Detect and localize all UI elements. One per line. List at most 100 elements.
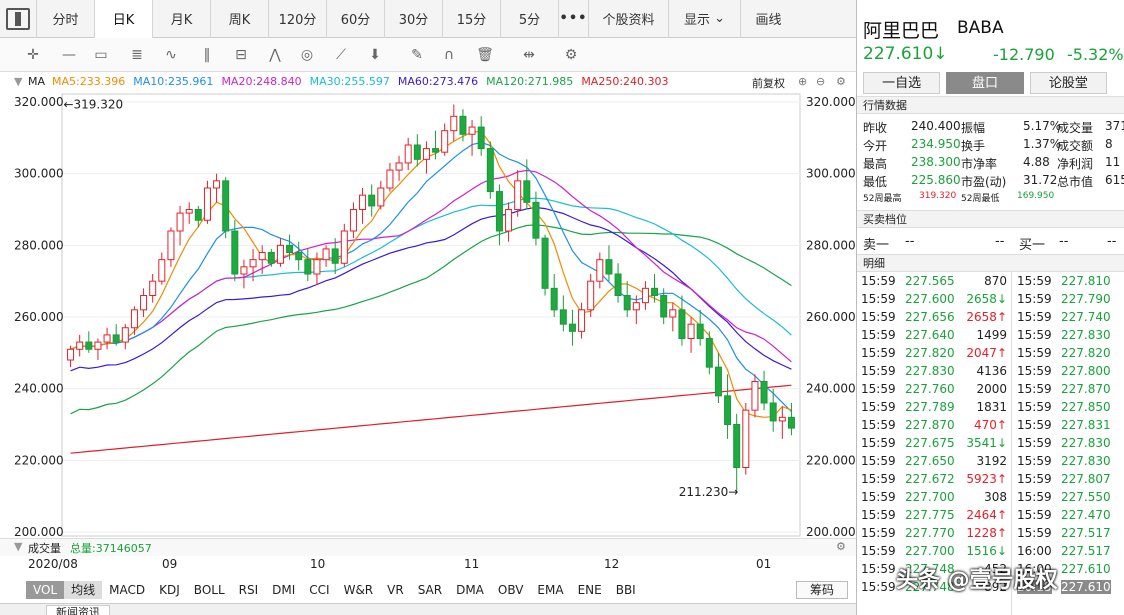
candle-body: [696, 323, 704, 340]
y-tick-right: 320.000: [806, 95, 856, 109]
tab-1[interactable]: 日K: [94, 0, 152, 38]
indicator-tab-5[interactable]: RSI: [232, 581, 266, 599]
pen-icon[interactable]: ✎: [406, 46, 428, 64]
measure-icon[interactable]: ⊟: [230, 46, 252, 64]
candle-body: [304, 259, 312, 275]
candle-body: [450, 115, 458, 132]
indicator-tab-0[interactable]: VOL: [26, 581, 65, 599]
indicator-tab-2[interactable]: MACD: [102, 581, 152, 599]
panel-tab-0[interactable]: 一自选: [863, 72, 941, 94]
indicator-tab-3[interactable]: KDJ: [152, 581, 187, 599]
candle-body: [386, 169, 394, 189]
indicator-tab-15[interactable]: BBI: [609, 581, 643, 599]
display-menu[interactable]: 显示 ⌄: [668, 0, 740, 38]
quote-cell: 今开: [863, 139, 888, 153]
magnet-icon[interactable]: ∩: [438, 46, 460, 64]
y-tick-right: 260.000: [806, 310, 856, 324]
indicator-tab-7[interactable]: CCI: [302, 581, 336, 599]
draw-line-button[interactable]: 画线: [740, 0, 796, 38]
panel-tab-2[interactable]: 论股堂: [1029, 72, 1107, 94]
candle-body: [495, 191, 503, 232]
y-tick-left: 260.000: [14, 310, 64, 324]
indicator-tab-12[interactable]: OBV: [491, 581, 531, 599]
y-tick-left: 320.000: [14, 95, 64, 109]
quote-row: 昨收 240.400振幅 5.17%成交量 371: [857, 118, 1124, 136]
trash-icon[interactable]: 🗑: [474, 46, 496, 64]
trade-row: 15:59 227.820 2047↑ 15:59 227.820: [857, 345, 1124, 363]
gear-icon[interactable]: ⚙: [560, 46, 582, 64]
tab-2[interactable]: 月K: [152, 0, 210, 38]
trade-time: 15:59: [861, 526, 896, 540]
news-tab[interactable]: 新闻资讯: [46, 605, 110, 615]
fib-tool-icon[interactable]: ⟋: [330, 46, 352, 64]
scale-icon[interactable]: ⇹: [518, 46, 540, 64]
trade-volume: 2464↑: [966, 508, 1007, 522]
indicator-tab-9[interactable]: VR: [380, 581, 411, 599]
indicator-tab-8[interactable]: W&R: [337, 581, 381, 599]
tab-8[interactable]: 5分: [500, 0, 558, 38]
indicator-tab-10[interactable]: SAR: [411, 581, 449, 599]
candle-body: [596, 259, 604, 282]
volume-label: 成交量: [28, 542, 61, 555]
tab-6[interactable]: 30分: [384, 0, 442, 38]
quote-cell: 成交额: [1057, 139, 1094, 153]
rect-tool-icon[interactable]: ▭: [90, 46, 112, 64]
tab-9[interactable]: •••: [558, 0, 588, 38]
adjust-label[interactable]: 前复权: [752, 75, 785, 91]
ma-indicator-row: ▼ MA MA5:233.396 MA10:235.961 MA20:248.840…: [0, 72, 856, 92]
parallel-lines-icon[interactable]: ‖: [196, 46, 218, 64]
trade-price: 227.789: [905, 400, 955, 414]
collapse-icon[interactable]: ▼: [14, 75, 22, 88]
crosshair-icon[interactable]: ✛: [22, 46, 44, 64]
tab-7[interactable]: 15分: [442, 0, 500, 38]
candle-body: [267, 252, 275, 264]
indicator-tab-6[interactable]: DMI: [265, 581, 302, 599]
y-tick-right: 220.000: [806, 453, 856, 467]
indicator-tab-4[interactable]: BOLL: [187, 581, 232, 599]
candle-body: [641, 287, 649, 304]
arrow-down-icon[interactable]: ⬇: [364, 46, 386, 64]
trade-time: 15:59: [861, 364, 896, 378]
ma-value-5: MA120:271.985: [486, 75, 574, 88]
indicator-tab-1[interactable]: 均线: [64, 581, 103, 599]
sidebar-toggle-button[interactable]: [6, 7, 30, 30]
panel-tab-1[interactable]: 盘口: [946, 72, 1024, 94]
remove-indicator-icon[interactable]: ⊖: [816, 75, 825, 88]
candle-body: [441, 130, 449, 153]
trade-time: 15:59: [861, 346, 896, 360]
wave-tool-icon[interactable]: ⋀: [264, 46, 286, 64]
trade-row: 15:59 227.770 1228↑ 15:59 227.517: [857, 525, 1124, 543]
ma-value-4: MA60:273.476: [397, 75, 479, 88]
indicator-tab-11[interactable]: DMA: [449, 581, 491, 599]
chip-distribution-button[interactable]: 筹码: [796, 581, 848, 599]
trade-price: 227.820: [1061, 346, 1111, 360]
line-tool-icon[interactable]: —: [58, 46, 80, 64]
trade-time: 15:59: [1017, 472, 1052, 486]
trade-volume: 2000: [976, 382, 1007, 396]
trade-volume: 308: [984, 490, 1007, 504]
bidask-section-header: 买卖档位: [857, 210, 1124, 228]
candle-body: [295, 252, 303, 261]
settings-icon[interactable]: ⚙: [836, 75, 846, 88]
quote-cell: 11: [1105, 155, 1121, 169]
trade-time: 15:59: [861, 400, 896, 414]
trade-volume: 870: [984, 274, 1007, 288]
tab-4[interactable]: 120分: [268, 0, 326, 38]
fan-tool-icon[interactable]: ≣: [126, 46, 148, 64]
tab-0[interactable]: 分时: [36, 0, 94, 38]
indicator-tab-14[interactable]: ENE: [571, 581, 609, 599]
candle-body: [669, 309, 677, 318]
candle-body: [514, 180, 522, 211]
add-indicator-icon[interactable]: ⊕: [798, 75, 807, 88]
cycle-tool-icon[interactable]: ◎: [296, 46, 318, 64]
candlestick-chart[interactable]: 320.000 320.000 300.000 300.000 280.000 280.0…: [0, 92, 856, 540]
tab-3[interactable]: 周K: [210, 0, 268, 38]
tab-5[interactable]: 60分: [326, 0, 384, 38]
settings-icon[interactable]: ⚙: [836, 540, 846, 553]
candle-body: [176, 212, 184, 232]
collapse-icon[interactable]: ▼: [14, 540, 22, 553]
tab-10[interactable]: 个股资料: [588, 0, 668, 38]
trade-time: 15:59: [1017, 508, 1052, 522]
path-tool-icon[interactable]: ∿: [160, 46, 182, 64]
indicator-tab-13[interactable]: EMA: [530, 581, 570, 599]
